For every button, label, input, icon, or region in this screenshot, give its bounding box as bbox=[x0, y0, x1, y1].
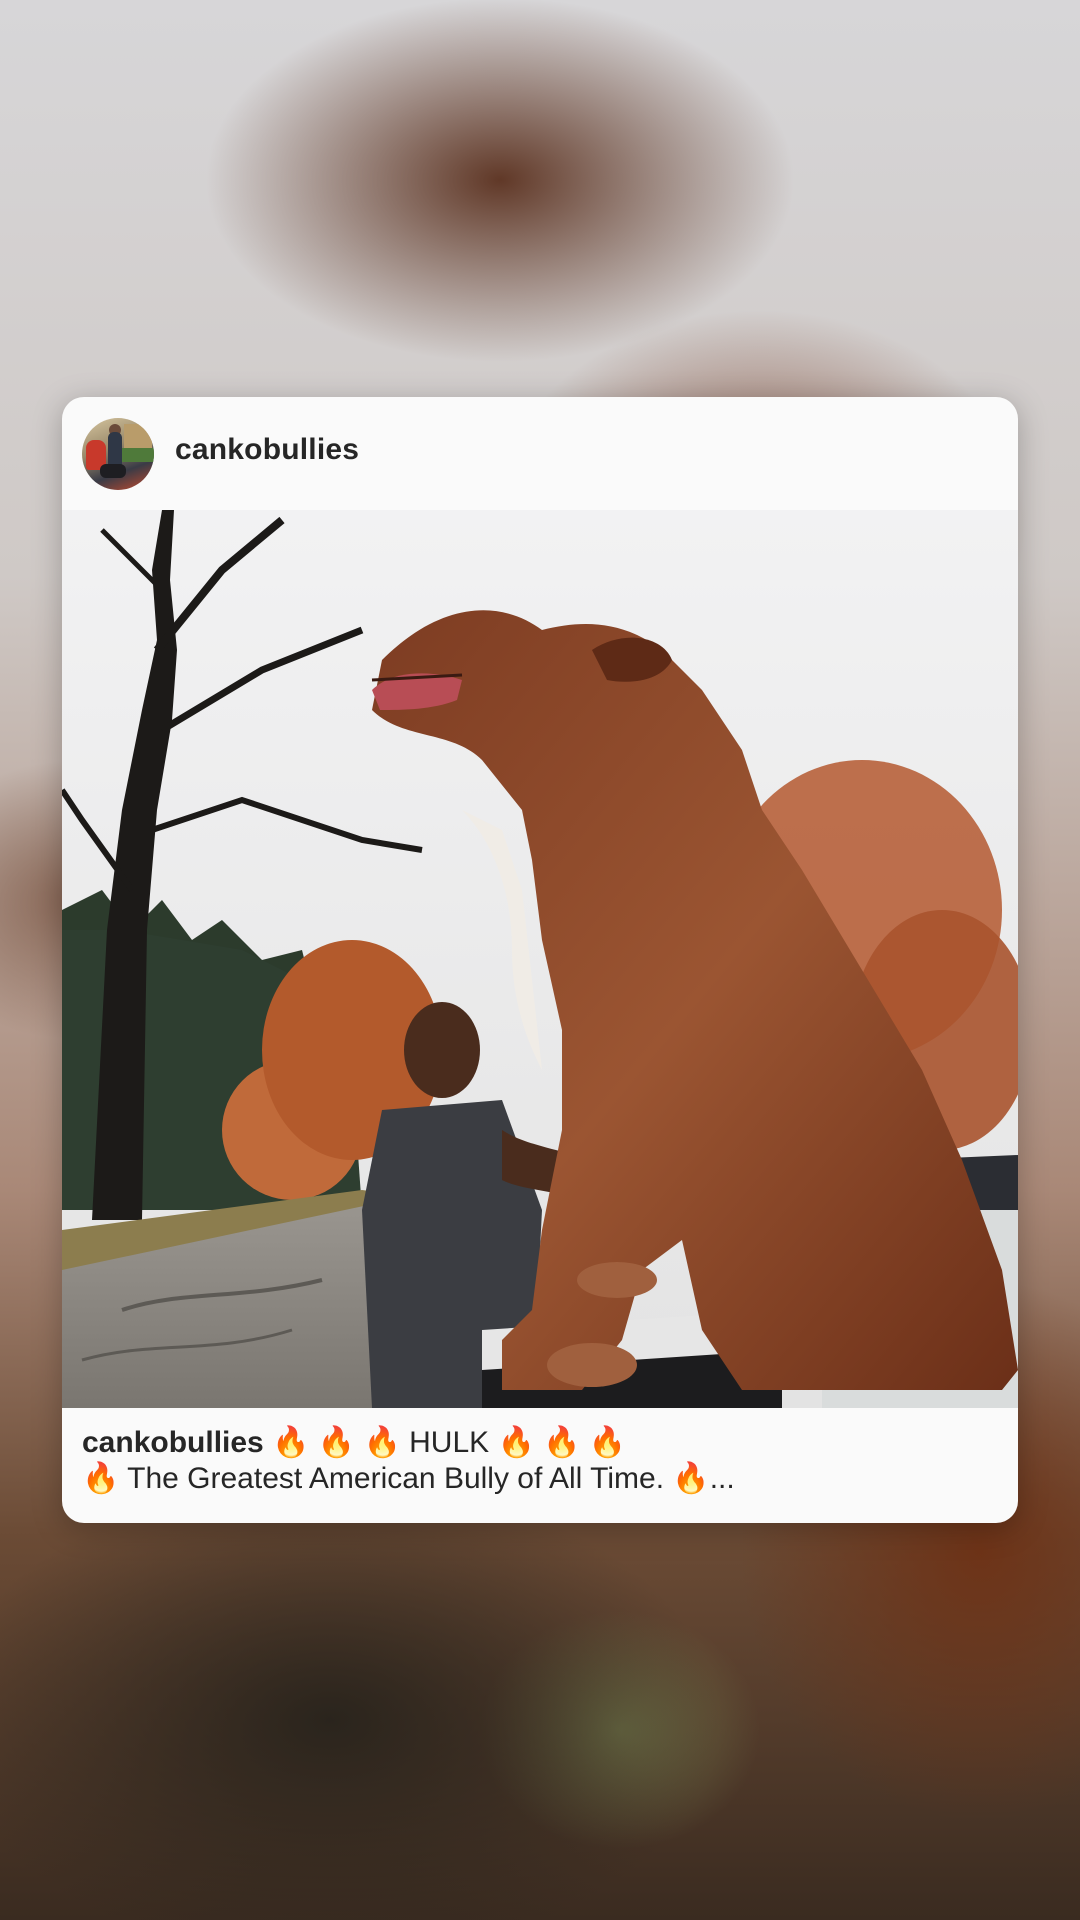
post-card[interactable]: cankobullies cankobullies 🔥 🔥 🔥 HULK 🔥 🔥… bbox=[62, 397, 1018, 1523]
caption-line1: 🔥 🔥 🔥 HULK 🔥 🔥 🔥 bbox=[272, 1426, 627, 1459]
avatar-dog-shape bbox=[100, 464, 126, 478]
post-username[interactable]: cankobullies bbox=[175, 433, 359, 467]
avatar-grass-shape bbox=[122, 448, 154, 462]
caption-line2: 🔥 The Greatest American Bully of All Tim… bbox=[82, 1462, 735, 1495]
post-header: cankobullies bbox=[62, 397, 1018, 510]
post-photo-illustration bbox=[62, 510, 1018, 1408]
avatar-house-shape bbox=[124, 424, 152, 450]
caption-username[interactable]: cankobullies bbox=[82, 1426, 264, 1459]
profile-avatar[interactable] bbox=[82, 418, 154, 490]
post-caption[interactable]: cankobullies 🔥 🔥 🔥 HULK 🔥 🔥 🔥 🔥 The Grea… bbox=[82, 1425, 998, 1497]
post-photo[interactable] bbox=[62, 510, 1018, 1408]
